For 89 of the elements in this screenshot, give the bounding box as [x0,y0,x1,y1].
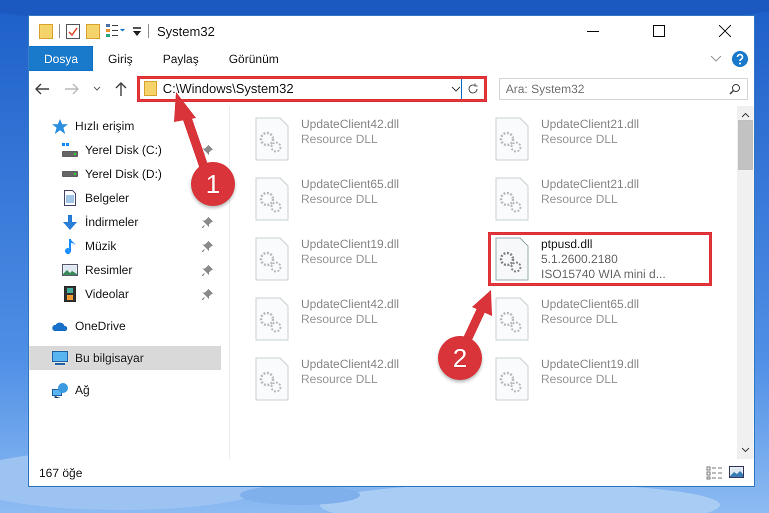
monitor-icon [52,351,68,365]
file-name: UpdateClient65.dll [541,297,640,311]
sidebar-item[interactable]: Yerel Disk (D:) [29,162,170,186]
gear-file-icon [495,117,529,161]
file-detail: Resource DLL [541,132,619,146]
sidebar-item[interactable]: Bu bilgisayar [29,346,221,370]
file-detail: Resource DLL [301,312,379,326]
image-view-icon[interactable] [729,466,744,478]
sidebar-item[interactable]: Videolar [29,282,221,306]
file-name: UpdateClient65.dll [301,177,400,191]
ribbon-tab[interactable]: Dosya [29,46,94,71]
item-count: 167 öğe [39,466,82,480]
search-icon [728,82,741,94]
sidebar-item[interactable]: Belgeler [29,186,138,210]
pin-icon[interactable] [202,288,213,300]
address-path: C:\Windows\System32 [162,81,295,96]
search-field[interactable]: Ara: System32 [498,78,748,100]
file-detail: Resource DLL [301,252,379,266]
sidebar-item[interactable]: Hızlı erişim [29,114,142,138]
drive-icon [62,143,78,157]
window-title: System32 [157,24,215,38]
gear-file-icon [255,177,289,221]
sidebar-item[interactable]: İndirmeler [29,210,221,234]
gear-file-icon [495,297,529,341]
gear-file-icon [255,237,289,281]
address-bar[interactable]: C:\Windows\System32 [136,76,487,102]
image-icon [62,264,78,276]
cloud-icon [52,321,68,331]
view-menu-icon[interactable] [106,24,126,38]
file-name: UpdateClient42.dll [301,297,400,311]
file-detail: 5.1.2600.2180 [541,252,619,266]
gear-file-icon [255,357,289,401]
file-detail: Resource DLL [301,132,379,146]
gear-file-icon [495,237,529,281]
close-icon[interactable] [719,25,731,37]
chevron-down-icon[interactable] [450,86,461,92]
scrollbar[interactable] [737,106,754,459]
document-icon [64,190,76,206]
drive-icon [62,171,78,177]
details-view-icon[interactable] [706,466,723,480]
star-icon [52,118,68,134]
sidebar-item[interactable]: OneDrive [29,314,134,338]
folder-icon [144,81,157,96]
scroll-down-icon[interactable] [741,447,750,453]
music-icon [64,238,74,254]
sidebar-item[interactable]: Resimler [29,258,221,282]
scrollbar-thumb[interactable] [738,120,753,170]
help-icon[interactable] [732,50,748,66]
sidebar-item[interactable]: Ağ [29,378,98,402]
chevron-down-icon[interactable] [92,86,101,91]
file-detail: Resource DLL [301,372,379,386]
pin-icon[interactable] [202,216,213,228]
gear-file-icon [255,297,289,341]
file-name: UpdateClient19.dll [301,237,400,251]
minimize-icon[interactable] [587,30,599,32]
callout-arrow [464,290,492,342]
file-name: UpdateClient21.dll [541,117,640,131]
ribbon-tab[interactable]: Paylaş [148,46,214,71]
file-detail: Resource DLL [301,192,379,206]
file-detail: Resource DLL [541,192,619,206]
file-detail: ISO15740 WIA mini d... [541,267,666,281]
network-icon [52,382,68,398]
gear-file-icon [255,117,289,161]
sidebar-item[interactable]: Yerel Disk (C:) [29,138,221,162]
refresh-icon[interactable] [466,82,479,94]
sidebar-item[interactable]: Müzik [29,234,221,258]
back-arrow-icon[interactable] [35,82,49,94]
file-item[interactable]: ptpusd.dll 5.1.2600.2180 ISO15740 WIA mini d... [488,232,712,286]
download-icon [62,214,76,230]
maximize-icon[interactable] [653,25,665,37]
file-detail: Resource DLL [541,372,619,386]
scroll-up-icon[interactable] [741,112,750,118]
customize-icon[interactable] [132,26,142,36]
file-name: UpdateClient21.dll [541,177,640,191]
pin-icon[interactable] [202,264,213,276]
file-name: UpdateClient42.dll [301,117,400,131]
checklist-icon[interactable] [66,24,80,38]
file-name: UpdateClient42.dll [301,357,400,371]
up-arrow-icon[interactable] [114,82,127,96]
file-name: ptpusd.dll [541,237,594,251]
file-name: UpdateClient19.dll [541,357,640,371]
film-strip-icon [64,286,76,302]
pin-icon[interactable] [202,144,213,156]
file-detail: Resource DLL [541,312,619,326]
gear-file-icon [495,357,529,401]
ribbon-tab[interactable]: Görünüm [214,46,294,71]
ribbon-tab[interactable]: Giriş [93,46,148,71]
gear-file-icon [495,177,529,221]
pin-icon[interactable] [202,240,213,252]
